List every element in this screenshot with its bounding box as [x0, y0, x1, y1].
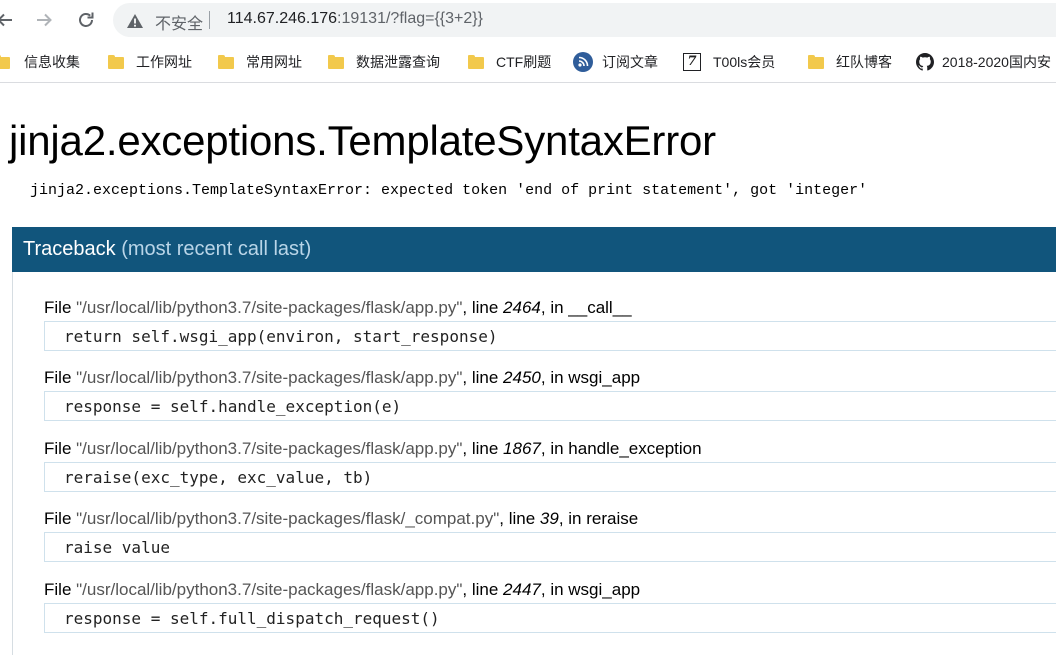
file-word: File	[44, 368, 77, 387]
folder-icon	[0, 55, 10, 69]
bookmark-dingyue[interactable]: 订阅文章	[573, 51, 658, 73]
seven-icon: 7	[683, 53, 701, 71]
frame-function: reraise	[586, 509, 639, 528]
frame-source-line[interactable]: reraise(exc_type, exc_value, tb)	[44, 462, 1056, 492]
frame-file-path[interactable]: "/usr/local/lib/python3.7/site-packages/…	[76, 368, 462, 387]
bookmark-t00ls[interactable]: 7 T00ls会员	[683, 51, 775, 73]
bookmark-label: CTF刷题	[496, 54, 552, 70]
bookmark-label: 工作网址	[136, 54, 192, 70]
frame-line-number: 1867	[503, 439, 541, 458]
frame-line-number: 2450	[503, 368, 541, 387]
reload-button[interactable]	[73, 0, 99, 40]
in-word: , in	[558, 509, 587, 528]
bookmarks-bar: 信息收集 工作网址 常用网址 数据泄露查询 CTF刷题 订阅文章 7 T00ls…	[0, 42, 1056, 83]
frame-line-number: 39	[539, 509, 559, 528]
file-word: File	[44, 580, 77, 599]
frame-code: response = self.full_dispatch_request()	[64, 609, 440, 628]
folder-icon	[468, 55, 484, 69]
frame-file-path[interactable]: "/usr/local/lib/python3.7/site-packages/…	[76, 509, 499, 528]
bookmark-2018-2020[interactable]: 2018-2020国内安	[916, 51, 1051, 73]
bookmark-shuju[interactable]: 数据泄露查询	[328, 51, 440, 73]
arrow-right-icon	[37, 13, 52, 27]
line-word: , line	[499, 509, 540, 528]
address-separator	[209, 11, 210, 29]
frame-file-path[interactable]: "/usr/local/lib/python3.7/site-packages/…	[76, 439, 462, 458]
traceback-heading: Traceback	[23, 238, 116, 260]
bookmark-label: 2018-2020国内安	[942, 54, 1051, 70]
file-word: File	[44, 509, 77, 528]
folder-icon	[808, 55, 824, 69]
frame-source-line[interactable]: response = self.full_dispatch_request()	[44, 603, 1056, 633]
frame-location: File "/usr/local/lib/python3.7/site-pack…	[44, 580, 640, 600]
reload-icon	[79, 12, 94, 27]
arrow-left-icon	[0, 13, 12, 27]
folder-icon	[218, 55, 234, 69]
line-word: , line	[462, 298, 504, 317]
folder-icon	[328, 55, 344, 69]
security-label[interactable]: 不安全	[155, 10, 203, 34]
frame-file-path[interactable]: "/usr/local/lib/python3.7/site-packages/…	[76, 580, 462, 599]
in-word: , in	[540, 298, 569, 317]
in-word: , in	[540, 439, 569, 458]
back-button[interactable]	[0, 0, 16, 40]
frame-function: wsgi_app	[568, 580, 641, 599]
github-icon	[916, 53, 934, 71]
bookmark-label: 常用网址	[246, 54, 302, 70]
frame-function: handle_exception	[568, 439, 702, 458]
bookmark-label: 数据泄露查询	[356, 54, 440, 70]
traceback-title: Traceback (most recent call last)	[23, 238, 311, 261]
url-host: 114.67.246.176	[227, 10, 338, 27]
bookmark-label: T00ls会员	[713, 54, 776, 70]
frame-location: File "/usr/local/lib/python3.7/site-pack…	[44, 298, 632, 318]
frame-location: File "/usr/local/lib/python3.7/site-pack…	[44, 509, 638, 529]
frame-source-line[interactable]: response = self.handle_exception(e)	[44, 391, 1056, 421]
frame-line-number: 2464	[503, 298, 541, 317]
frame-function: __call__	[568, 298, 632, 317]
error-message: jinja2.exceptions.TemplateSyntaxError: e…	[30, 182, 868, 199]
bookmark-xinxi[interactable]: 信息收集	[0, 51, 80, 73]
frame-file-path[interactable]: "/usr/local/lib/python3.7/site-packages/…	[76, 298, 462, 317]
frame-source-line[interactable]: return self.wsgi_app(environ, start_resp…	[44, 321, 1056, 351]
frame-source-line[interactable]: raise value	[44, 532, 1056, 562]
forward-button[interactable]	[32, 0, 56, 40]
folder-icon	[108, 55, 124, 69]
bookmark-label: 订阅文章	[602, 54, 658, 70]
frame-code: return self.wsgi_app(environ, start_resp…	[64, 327, 498, 346]
bookmark-gongzuo[interactable]: 工作网址	[108, 51, 192, 73]
frame-code: response = self.handle_exception(e)	[64, 397, 402, 416]
in-word: , in	[540, 368, 569, 387]
url-path-query: :19131/?flag={{3+2}}	[337, 10, 483, 27]
line-word: , line	[462, 580, 504, 599]
frame-function: wsgi_app	[568, 368, 641, 387]
bookmark-hongdui[interactable]: 红队博客	[808, 51, 892, 73]
browser-toolbar: 不安全 114.67.246.176:19131/?flag={{3+2}}	[0, 0, 1056, 42]
traceback-header: Traceback (most recent call last)	[12, 227, 1056, 272]
frame-code: raise value	[64, 538, 170, 557]
frame-code: reraise(exc_type, exc_value, tb)	[64, 468, 373, 487]
line-word: , line	[462, 439, 504, 458]
bookmark-label: 红队博客	[836, 54, 892, 70]
traceback-subheading: (most recent call last)	[121, 238, 312, 260]
error-title: jinja2.exceptions.TemplateSyntaxError	[9, 117, 716, 164]
file-word: File	[44, 298, 77, 317]
bookmark-ctf[interactable]: CTF刷题	[468, 51, 551, 73]
rss-icon	[573, 52, 593, 72]
frame-line-number: 2447	[503, 580, 541, 599]
frame-location: File "/usr/local/lib/python3.7/site-pack…	[44, 439, 702, 459]
in-word: , in	[540, 580, 569, 599]
bookmark-label: 信息收集	[24, 54, 80, 70]
frame-location: File "/usr/local/lib/python3.7/site-pack…	[44, 368, 640, 388]
url-text[interactable]: 114.67.246.176:19131/?flag={{3+2}}	[227, 10, 483, 28]
warning-icon[interactable]	[126, 13, 144, 29]
address-bar[interactable]: 不安全 114.67.246.176:19131/?flag={{3+2}}	[113, 3, 1056, 37]
error-page: jinja2.exceptions.TemplateSyntaxError ji…	[0, 83, 1056, 655]
file-word: File	[44, 439, 77, 458]
bookmark-changyong[interactable]: 常用网址	[218, 51, 302, 73]
line-word: , line	[462, 368, 504, 387]
